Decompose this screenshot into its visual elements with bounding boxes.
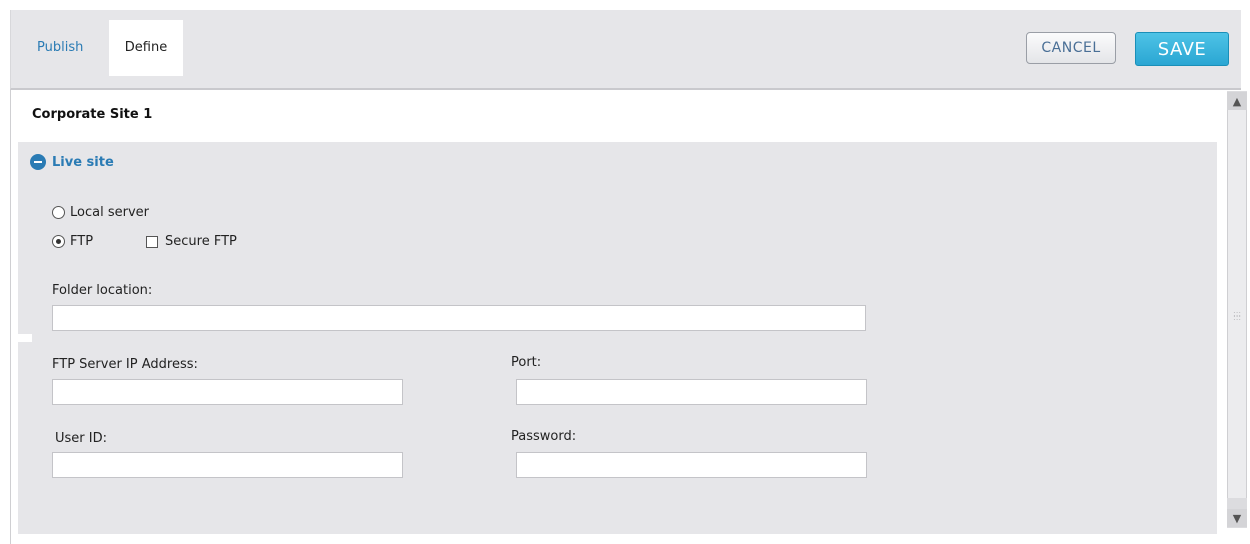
- ftp-server-ip-field[interactable]: [52, 379, 403, 405]
- ftp-radio[interactable]: [52, 235, 65, 248]
- ftp-label: FTP: [70, 234, 94, 249]
- cancel-button[interactable]: CANCEL: [1026, 32, 1116, 64]
- password-field[interactable]: [516, 452, 867, 478]
- ftp-option[interactable]: FTP: [52, 234, 93, 249]
- chevron-up-icon[interactable]: ▲: [1227, 92, 1247, 110]
- top-toolbar: Publish Define CANCEL SAVE: [10, 10, 1241, 90]
- secure-ftp-option[interactable]: Secure FTP: [146, 234, 237, 249]
- user-id-label: User ID:: [55, 431, 107, 446]
- scrollbar-grip: ::::::: [1233, 309, 1242, 322]
- user-id-field[interactable]: [52, 452, 403, 478]
- ftp-server-ip-label: FTP Server IP Address:: [52, 357, 198, 372]
- secure-ftp-label: Secure FTP: [165, 234, 237, 249]
- save-button[interactable]: SAVE: [1135, 32, 1229, 66]
- local-server-radio[interactable]: [52, 206, 65, 219]
- local-server-option[interactable]: Local server: [52, 205, 149, 220]
- port-label: Port:: [511, 355, 542, 370]
- section-title: Live site: [52, 154, 114, 170]
- panel-notch: [18, 334, 32, 342]
- chevron-down-icon[interactable]: ▼: [1227, 509, 1247, 527]
- folder-location-label: Folder location:: [52, 283, 153, 298]
- tab-publish[interactable]: Publish: [25, 20, 95, 76]
- port-field[interactable]: [516, 379, 867, 405]
- minus-circle-icon[interactable]: [30, 154, 46, 170]
- content-border: [10, 90, 11, 544]
- tab-define[interactable]: Define: [109, 20, 183, 76]
- folder-location-field[interactable]: [52, 305, 866, 331]
- section-header-live-site[interactable]: Live site: [30, 154, 114, 170]
- scrollbar-thumb[interactable]: [1227, 110, 1247, 498]
- site-title: Corporate Site 1: [32, 107, 153, 122]
- password-label: Password:: [511, 429, 577, 444]
- local-server-label: Local server: [70, 205, 149, 220]
- secure-ftp-checkbox[interactable]: [146, 235, 158, 248]
